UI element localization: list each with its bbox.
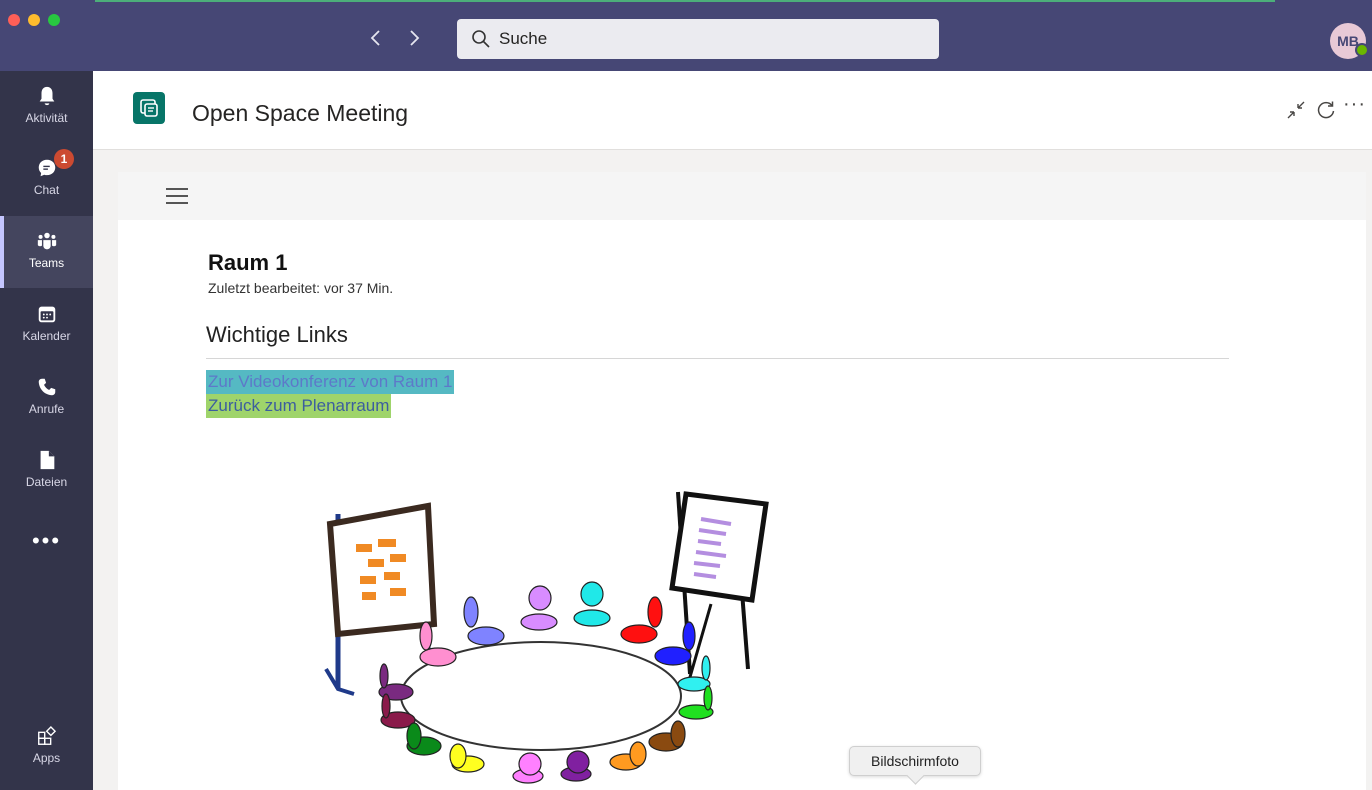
title-bar: MB [0,0,1372,71]
more-options-button[interactable]: ··· [1343,93,1366,115]
open-space-app-logo [133,92,165,124]
chevron-right-icon [410,30,420,46]
scroll-edge [1366,150,1372,790]
room-title: Raum 1 [208,250,288,275]
rail-label: Apps [32,751,61,765]
unread-badge: 1 [54,149,74,169]
file-icon [40,450,54,470]
rail-item-calendar[interactable]: Kalender [0,289,93,361]
bell-icon [39,86,54,106]
rail-label: Chat [33,183,60,197]
collapse-arrows-icon [1287,101,1305,119]
apps-icon [37,726,56,745]
tooltip-text: Bildschirmfoto [871,753,959,769]
meeting-room-illustration [324,491,769,784]
last-edited: Zuletzt bearbeitet: vor 37 Min. [208,280,394,296]
reload-icon [1317,101,1335,119]
content-toolbar [118,172,1366,220]
section-divider [206,358,1229,359]
rail-item-calls[interactable]: Anrufe [0,362,93,434]
window-minimize-button[interactable] [28,14,40,26]
window-close-button[interactable] [8,14,20,26]
more-horizontal-icon: ··· [1343,93,1366,115]
rail-item-chat[interactable]: 1 Chat [0,143,93,215]
videoconference-link[interactable]: Zur Videokonferenz von Raum 1 [206,370,455,394]
window-zoom-button[interactable] [48,14,60,26]
chevron-left-icon [370,30,380,46]
calendar-icon [38,306,55,323]
whiteboard-icon [140,99,158,117]
search-input[interactable] [499,29,919,49]
screenshot-tooltip: Bildschirmfoto [849,746,981,776]
app-rail: Aktivität 1 Chat Teams Kalender Anrufe D… [0,71,93,790]
app-header: Open Space Meeting ··· [93,71,1372,150]
plenary-room-link[interactable]: Zurück zum Plenarraum [206,394,392,418]
avatar[interactable]: MB [1330,23,1369,59]
menu-button[interactable] [166,188,188,204]
rail-item-activity[interactable]: Aktivität [0,71,93,143]
phone-icon [38,378,55,396]
content-area: Raum 1 Zuletzt bearbeitet: vor 37 Min. W… [118,172,1366,790]
back-button[interactable] [366,26,386,50]
presence-available-icon [1355,43,1369,57]
rail-label: Teams [28,256,65,270]
forward-button[interactable] [404,26,424,50]
rail-item-teams[interactable]: Teams [0,216,93,288]
rail-item-apps[interactable]: Apps [0,711,93,783]
reload-button[interactable] [1315,99,1337,126]
search-box[interactable] [457,19,939,59]
rail-item-files[interactable]: Dateien [0,435,93,507]
rail-label: Aktivität [25,111,68,125]
section-title: Wichtige Links [206,322,348,347]
more-apps-button[interactable]: ••• [0,530,93,561]
rail-label: Dateien [25,475,68,489]
accent-line [95,0,1275,2]
pinboard-drawing [324,502,438,696]
rail-label: Anrufe [28,402,65,416]
hamburger-icon [166,188,188,190]
search-icon [472,30,490,48]
rail-label: Kalender [22,329,71,343]
collapse-button[interactable] [1285,99,1307,126]
teams-icon [37,232,56,250]
page-title: Open Space Meeting [192,100,409,126]
